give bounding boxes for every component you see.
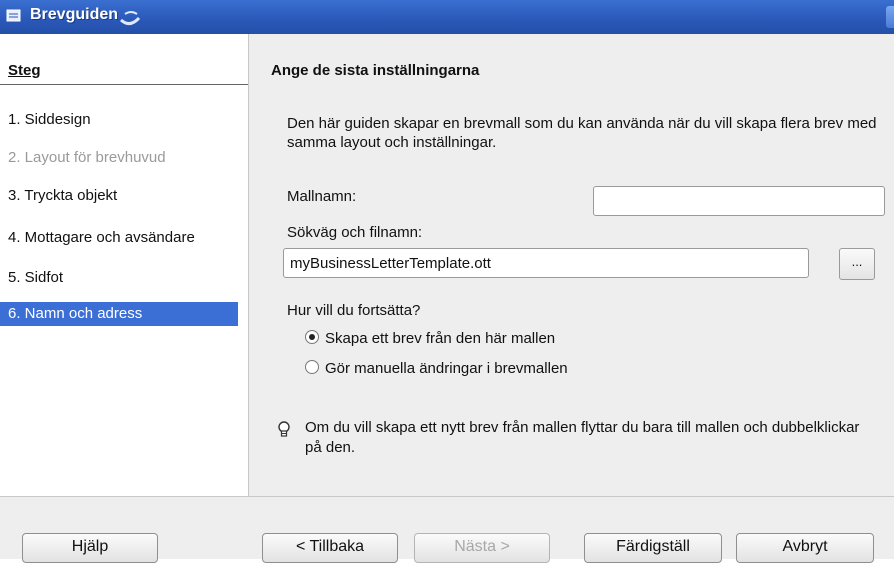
step-recipient-sender[interactable]: 4. Mottagare och avsändare [0, 226, 238, 250]
lightbulb-icon [278, 421, 290, 437]
document-icon [6, 9, 21, 22]
app-swoosh-icon [120, 11, 141, 25]
cancel-button[interactable]: Avbryt [736, 533, 874, 563]
template-name-input[interactable] [593, 186, 885, 216]
template-name-label: Mallnamn: [287, 188, 357, 205]
step-printed-items[interactable]: 3. Tryckta objekt [0, 184, 238, 208]
option-manual-edit[interactable]: Gör manuella ändringar i brevmallen [305, 358, 568, 380]
page-title: Ange de sista inställningarna [271, 62, 480, 79]
title-bar: Brevguiden [0, 0, 894, 34]
main-panel: Ange de sista inställningarna Den här gu… [249, 34, 894, 496]
step-footer[interactable]: 5. Sidfot [0, 266, 238, 290]
step-name-location[interactable]: 6. Namn och adress [0, 302, 238, 326]
next-button[interactable]: Nästa > [414, 533, 550, 563]
description-text: Den här guiden skapar en brevmall som du… [287, 115, 877, 151]
path-input[interactable] [283, 248, 809, 278]
browse-button[interactable]: ... [839, 248, 875, 280]
help-button[interactable]: Hjälp [22, 533, 158, 563]
path-label: Sökväg och filnamn: [287, 224, 423, 241]
option-create-letter[interactable]: Skapa ett brev från den här mallen [305, 328, 555, 350]
steps-header: Steg [8, 62, 41, 79]
radio-selected-icon[interactable] [305, 330, 319, 345]
radio-unselected-icon[interactable] [305, 360, 319, 375]
window-title: Brevguiden [30, 6, 119, 23]
option-create-letter-label: Skapa ett brev från den här mallen [325, 330, 556, 347]
close-button[interactable] [886, 6, 894, 28]
finish-button[interactable]: Färdigställ [584, 533, 722, 563]
step-letterhead-layout[interactable]: 2. Layout för brevhuvud [0, 146, 238, 170]
back-button[interactable]: < Tillbaka [262, 533, 398, 563]
button-bar: Hjälp < Tillbaka Nästa > Färdigställ Avb… [0, 496, 894, 563]
steps-panel: Steg 1. Siddesign 2. Layout för brevhuvu… [0, 34, 248, 496]
hint-text: Om du vill skapa ett nytt brev från mall… [305, 419, 860, 456]
step-page-design[interactable]: 1. Siddesign [0, 108, 238, 132]
continue-question: Hur vill du fortsätta? [287, 302, 421, 319]
steps-divider [0, 84, 248, 85]
option-manual-edit-label: Gör manuella ändringar i brevmallen [325, 360, 568, 377]
